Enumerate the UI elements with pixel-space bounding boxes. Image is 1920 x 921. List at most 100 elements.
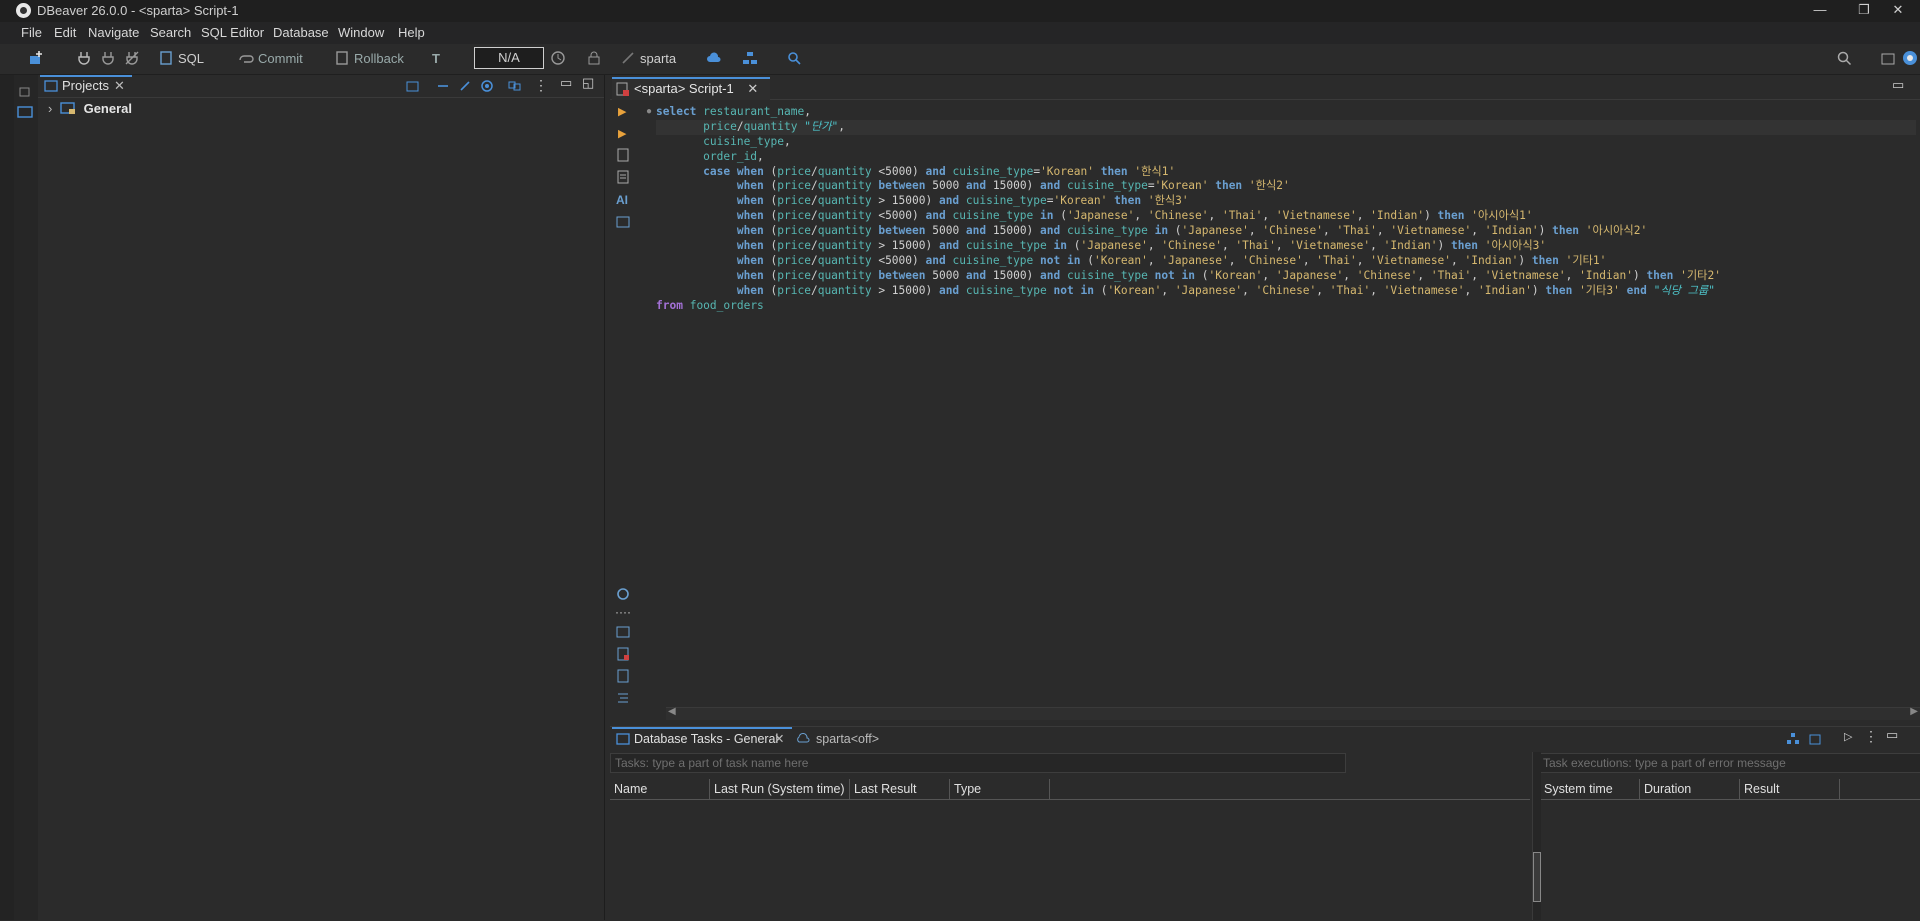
horizontal-scrollbar[interactable]: ◀ ▶ [666, 706, 1920, 720]
code-line[interactable]: when (price/quantity between 5000 and 15… [656, 179, 1916, 194]
sql-button[interactable]: SQL [178, 50, 204, 68]
create-project-icon[interactable] [406, 79, 420, 93]
rollback-button[interactable]: Rollback [354, 50, 404, 68]
dbeaver-perspective-icon[interactable] [1902, 50, 1918, 66]
minimize-bottom-icon[interactable]: ▭ [1886, 727, 1898, 743]
view-menu-icon[interactable]: ⋮ [534, 77, 548, 94]
transaction-mode-icon[interactable]: T [432, 50, 440, 68]
code-line[interactable]: when (price/quantity > 15000) and cuisin… [656, 194, 1916, 209]
schedule-task-icon[interactable] [1786, 732, 1800, 746]
search-icon[interactable] [1836, 50, 1852, 66]
close-projects-tab-icon[interactable]: ✕ [114, 75, 125, 97]
menu-sql-editor[interactable]: SQL Editor [201, 25, 264, 40]
more-icon[interactable]: ···· [615, 605, 631, 619]
terminal-icon[interactable] [616, 215, 630, 229]
code-line[interactable]: case when (price/quantity <5000) and cui… [656, 165, 1916, 180]
outline-icon[interactable] [616, 691, 630, 705]
commit-button[interactable]: Commit [258, 50, 303, 68]
column-last-result[interactable]: Last Result [850, 779, 950, 799]
open-perspective-icon[interactable] [1880, 50, 1896, 66]
active-datasource[interactable]: sparta [640, 50, 676, 68]
explain-plan-icon[interactable] [616, 170, 630, 184]
connect-icon[interactable] [76, 50, 92, 66]
menu-file[interactable]: File [21, 25, 42, 40]
commit-icon[interactable] [238, 50, 254, 66]
code-line[interactable]: when (price/quantity > 15000) and cuisin… [656, 284, 1916, 299]
sql-code-area[interactable]: select restaurant_name, price/quantity "… [656, 105, 1916, 665]
code-line[interactable]: when (price/quantity between 5000 and 15… [656, 269, 1916, 284]
cloud-icon[interactable] [706, 50, 722, 66]
new-connection-icon[interactable] [28, 50, 44, 66]
navigator-icon[interactable] [17, 105, 33, 119]
load-script-icon[interactable] [616, 647, 630, 661]
history-icon[interactable] [550, 50, 566, 66]
editor-side-toolbar: ▶ ▶ AI ···· [610, 101, 642, 703]
sparta-connection-tab[interactable]: sparta<off> [816, 729, 879, 749]
run-task-icon[interactable]: ▷ [1844, 730, 1852, 743]
tree-item-general[interactable]: › General [48, 99, 132, 116]
sync-icon[interactable] [508, 79, 522, 93]
close-tasks-tab-icon[interactable]: ✕ [774, 729, 784, 749]
settings-icon[interactable] [480, 79, 494, 93]
scroll-left-icon[interactable]: ◀ [668, 706, 676, 717]
code-line[interactable]: when (price/quantity between 5000 and 15… [656, 224, 1916, 239]
find-icon[interactable] [786, 50, 802, 66]
projects-tab[interactable]: Projects [62, 75, 109, 97]
column-name[interactable]: Name [610, 779, 710, 799]
menu-help[interactable]: Help [398, 25, 425, 40]
column-duration[interactable]: Duration [1640, 779, 1740, 799]
lock-icon[interactable] [586, 50, 602, 66]
task-config-icon[interactable] [1808, 732, 1822, 746]
gear-icon[interactable] [616, 587, 630, 601]
database-tasks-tab[interactable]: Database Tasks - General [634, 729, 778, 749]
link-editor-icon[interactable] [436, 79, 450, 93]
menu-search[interactable]: Search [150, 25, 191, 40]
column-type[interactable]: Type [950, 779, 1050, 799]
executions-filter-input[interactable]: Task executions: type a part of error me… [1538, 753, 1920, 773]
code-line[interactable]: from food_orders [656, 299, 1916, 314]
reconnect-icon[interactable] [100, 50, 116, 66]
editor-tab-script-1[interactable]: <sparta> Script-1 ✕ [612, 77, 771, 100]
code-line[interactable]: when (price/quantity <5000) and cuisine_… [656, 254, 1916, 269]
splitter-handle[interactable] [1533, 852, 1541, 902]
execute-script-icon[interactable]: ▶ [618, 127, 626, 140]
column-result[interactable]: Result [1740, 779, 1840, 799]
menu-window[interactable]: Window [338, 25, 384, 40]
menu-database[interactable]: Database [273, 25, 329, 40]
code-line[interactable]: price/quantity "단가", [656, 119, 1916, 135]
export-icon[interactable] [616, 625, 630, 639]
panel-splitter[interactable] [1532, 752, 1541, 920]
code-line[interactable]: when (price/quantity <5000) and cuisine_… [656, 209, 1916, 224]
maximize-panel-icon[interactable]: ◱ [582, 75, 594, 91]
code-line[interactable]: select restaurant_name, [656, 105, 1916, 120]
sql-editor-icon[interactable] [158, 50, 174, 66]
column-system-time[interactable]: System time [1540, 779, 1640, 799]
rollback-icon[interactable] [334, 50, 350, 66]
bottom-tab-bar: Database Tasks - General ✕ sparta<off> ▷… [610, 727, 1920, 749]
schema-icon[interactable] [742, 50, 758, 66]
disconnect-icon[interactable] [124, 50, 140, 66]
execute-statement-icon[interactable]: ▶ [618, 105, 626, 118]
code-line[interactable]: cuisine_type, [656, 135, 1916, 150]
code-line[interactable]: when (price/quantity > 15000) and cuisin… [656, 239, 1916, 254]
restore-icon[interactable] [18, 85, 32, 99]
column-last-run[interactable]: Last Run (System time) [710, 779, 850, 799]
close-button[interactable]: ✕ [1876, 0, 1920, 22]
save-script-icon[interactable] [616, 669, 630, 683]
close-tab-icon[interactable]: ✕ [747, 81, 758, 96]
menu-navigate[interactable]: Navigate [88, 25, 139, 40]
minimize-button[interactable]: — [1798, 0, 1842, 22]
link-icon[interactable] [458, 79, 472, 93]
execute-new-tab-icon[interactable] [616, 148, 630, 162]
menu-edit[interactable]: Edit [54, 25, 76, 40]
scroll-right-icon[interactable]: ▶ [1910, 706, 1918, 717]
chevron-right-icon[interactable]: › [48, 101, 52, 116]
minimize-panel-icon[interactable]: ▭ [560, 75, 572, 91]
code-line[interactable]: order_id, [656, 150, 1916, 165]
transaction-mode-field[interactable]: N/A [474, 47, 544, 69]
tasks-filter-input[interactable]: Tasks: type a part of task name here [610, 753, 1346, 773]
view-menu-icon[interactable]: ⋮ [1864, 728, 1878, 745]
ai-assistant-button[interactable]: AI [616, 193, 628, 207]
minimize-editor-icon[interactable]: ▭ [1892, 77, 1904, 93]
editor-tab-bar: <sparta> Script-1 ✕ ▭ [610, 75, 1920, 100]
